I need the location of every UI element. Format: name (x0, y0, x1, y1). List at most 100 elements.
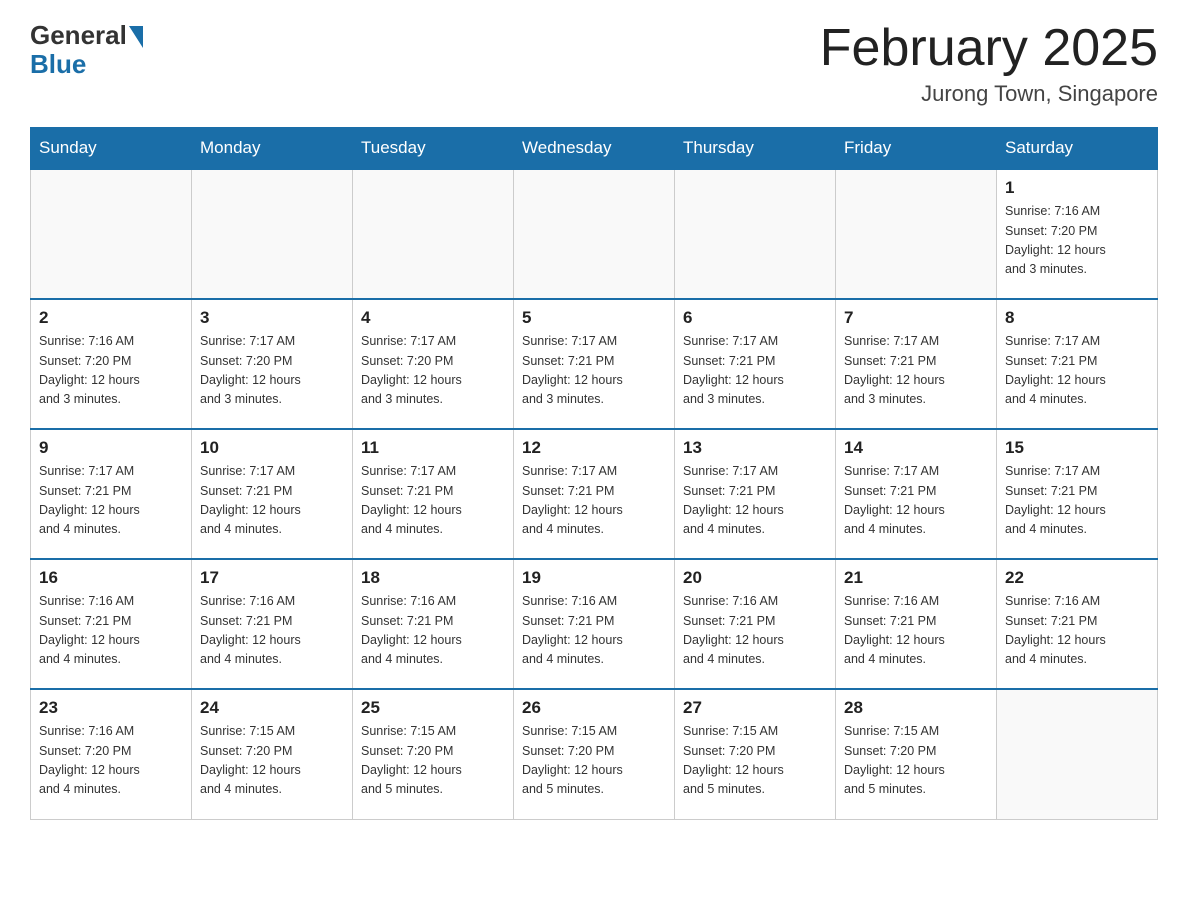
calendar-cell (675, 169, 836, 299)
column-header-thursday: Thursday (675, 128, 836, 170)
calendar-cell: 7 Sunrise: 7:17 AMSunset: 7:21 PMDaylight… (836, 299, 997, 429)
calendar-cell: 26 Sunrise: 7:15 AMSunset: 7:20 PMDayligh… (514, 689, 675, 819)
column-header-wednesday: Wednesday (514, 128, 675, 170)
calendar-cell: 27 Sunrise: 7:15 AMSunset: 7:20 PMDayligh… (675, 689, 836, 819)
calendar-table: SundayMondayTuesdayWednesdayThursdayFrid… (30, 127, 1158, 820)
day-number: 11 (361, 438, 505, 458)
calendar-cell: 8 Sunrise: 7:17 AMSunset: 7:21 PMDaylight… (997, 299, 1158, 429)
day-number: 5 (522, 308, 666, 328)
calendar-cell: 24 Sunrise: 7:15 AMSunset: 7:20 PMDayligh… (192, 689, 353, 819)
title-section: February 2025 Jurong Town, Singapore (820, 20, 1158, 107)
day-number: 27 (683, 698, 827, 718)
logo-blue-text: Blue (30, 49, 86, 80)
calendar-cell: 12Sunrise: 7:17 AMSunset: 7:21 PMDayligh… (514, 429, 675, 559)
column-header-sunday: Sunday (31, 128, 192, 170)
day-info: Sunrise: 7:17 AMSunset: 7:21 PMDaylight:… (522, 332, 666, 410)
day-number: 21 (844, 568, 988, 588)
day-number: 6 (683, 308, 827, 328)
day-number: 20 (683, 568, 827, 588)
calendar-cell: 18Sunrise: 7:16 AMSunset: 7:21 PMDayligh… (353, 559, 514, 689)
week-row-2: 2 Sunrise: 7:16 AMSunset: 7:20 PMDaylight… (31, 299, 1158, 429)
day-number: 4 (361, 308, 505, 328)
page-header: General Blue February 2025 Jurong Town, … (30, 20, 1158, 107)
day-info: Sunrise: 7:17 AMSunset: 7:21 PMDaylight:… (1005, 462, 1149, 540)
day-number: 10 (200, 438, 344, 458)
day-info: Sunrise: 7:16 AMSunset: 7:20 PMDaylight:… (39, 332, 183, 410)
day-info: Sunrise: 7:16 AMSunset: 7:21 PMDaylight:… (1005, 592, 1149, 670)
week-row-5: 23Sunrise: 7:16 AMSunset: 7:20 PMDayligh… (31, 689, 1158, 819)
calendar-cell: 15 Sunrise: 7:17 AMSunset: 7:21 PMDayligh… (997, 429, 1158, 559)
day-info: Sunrise: 7:16 AMSunset: 7:20 PMDaylight:… (1005, 202, 1149, 280)
calendar-cell (836, 169, 997, 299)
day-info: Sunrise: 7:16 AMSunset: 7:20 PMDaylight:… (39, 722, 183, 800)
calendar-cell: 6 Sunrise: 7:17 AMSunset: 7:21 PMDaylight… (675, 299, 836, 429)
week-row-1: 1 Sunrise: 7:16 AMSunset: 7:20 PMDaylight… (31, 169, 1158, 299)
day-info: Sunrise: 7:16 AMSunset: 7:21 PMDaylight:… (522, 592, 666, 670)
calendar-cell: 25 Sunrise: 7:15 AMSunset: 7:20 PMDayligh… (353, 689, 514, 819)
day-info: Sunrise: 7:17 AMSunset: 7:20 PMDaylight:… (200, 332, 344, 410)
day-info: Sunrise: 7:15 AMSunset: 7:20 PMDaylight:… (361, 722, 505, 800)
logo: General Blue (30, 20, 143, 80)
day-info: Sunrise: 7:15 AMSunset: 7:20 PMDaylight:… (844, 722, 988, 800)
day-info: Sunrise: 7:17 AMSunset: 7:21 PMDaylight:… (844, 462, 988, 540)
day-info: Sunrise: 7:17 AMSunset: 7:21 PMDaylight:… (522, 462, 666, 540)
week-row-4: 16 Sunrise: 7:16 AMSunset: 7:21 PMDayligh… (31, 559, 1158, 689)
day-number: 22 (1005, 568, 1149, 588)
location-text: Jurong Town, Singapore (820, 81, 1158, 107)
calendar-cell: 11 Sunrise: 7:17 AMSunset: 7:21 PMDayligh… (353, 429, 514, 559)
day-info: Sunrise: 7:16 AMSunset: 7:21 PMDaylight:… (361, 592, 505, 670)
day-number: 16 (39, 568, 183, 588)
day-number: 7 (844, 308, 988, 328)
calendar-cell: 1 Sunrise: 7:16 AMSunset: 7:20 PMDaylight… (997, 169, 1158, 299)
calendar-header-row: SundayMondayTuesdayWednesdayThursdayFrid… (31, 128, 1158, 170)
calendar-cell: 14 Sunrise: 7:17 AMSunset: 7:21 PMDayligh… (836, 429, 997, 559)
day-number: 15 (1005, 438, 1149, 458)
calendar-cell (353, 169, 514, 299)
day-info: Sunrise: 7:16 AMSunset: 7:21 PMDaylight:… (200, 592, 344, 670)
calendar-cell: 10Sunrise: 7:17 AMSunset: 7:21 PMDayligh… (192, 429, 353, 559)
day-info: Sunrise: 7:15 AMSunset: 7:20 PMDaylight:… (200, 722, 344, 800)
calendar-cell: 4 Sunrise: 7:17 AMSunset: 7:20 PMDaylight… (353, 299, 514, 429)
day-number: 25 (361, 698, 505, 718)
calendar-cell: 9Sunrise: 7:17 AMSunset: 7:21 PMDaylight… (31, 429, 192, 559)
day-number: 17 (200, 568, 344, 588)
column-header-monday: Monday (192, 128, 353, 170)
day-number: 2 (39, 308, 183, 328)
day-info: Sunrise: 7:15 AMSunset: 7:20 PMDaylight:… (683, 722, 827, 800)
calendar-cell (514, 169, 675, 299)
day-number: 9 (39, 438, 183, 458)
calendar-cell: 3 Sunrise: 7:17 AMSunset: 7:20 PMDaylight… (192, 299, 353, 429)
day-info: Sunrise: 7:16 AMSunset: 7:21 PMDaylight:… (844, 592, 988, 670)
calendar-cell: 2 Sunrise: 7:16 AMSunset: 7:20 PMDaylight… (31, 299, 192, 429)
month-title: February 2025 (820, 20, 1158, 77)
day-info: Sunrise: 7:17 AMSunset: 7:21 PMDaylight:… (361, 462, 505, 540)
calendar-cell (997, 689, 1158, 819)
calendar-cell: 5 Sunrise: 7:17 AMSunset: 7:21 PMDaylight… (514, 299, 675, 429)
day-number: 28 (844, 698, 988, 718)
logo-general-text: General (30, 20, 127, 51)
day-info: Sunrise: 7:17 AMSunset: 7:20 PMDaylight:… (361, 332, 505, 410)
calendar-cell: 19 Sunrise: 7:16 AMSunset: 7:21 PMDayligh… (514, 559, 675, 689)
logo-triangle-icon (129, 26, 143, 48)
day-number: 1 (1005, 178, 1149, 198)
day-number: 24 (200, 698, 344, 718)
day-info: Sunrise: 7:16 AMSunset: 7:21 PMDaylight:… (39, 592, 183, 670)
calendar-cell (31, 169, 192, 299)
day-info: Sunrise: 7:16 AMSunset: 7:21 PMDaylight:… (683, 592, 827, 670)
calendar-cell (192, 169, 353, 299)
day-number: 26 (522, 698, 666, 718)
day-number: 14 (844, 438, 988, 458)
calendar-cell: 21 Sunrise: 7:16 AMSunset: 7:21 PMDayligh… (836, 559, 997, 689)
week-row-3: 9 Sunrise: 7:17 AMSunset: 7:21 PMDaylight… (31, 429, 1158, 559)
day-number: 19 (522, 568, 666, 588)
day-info: Sunrise: 7:15 AMSunset: 7:20 PMDaylight:… (522, 722, 666, 800)
day-number: 8 (1005, 308, 1149, 328)
day-number: 3 (200, 308, 344, 328)
day-number: 13 (683, 438, 827, 458)
day-info: Sunrise: 7:17 AMSunset: 7:21 PMDaylight:… (683, 332, 827, 410)
day-info: Sunrise: 7:17 AMSunset: 7:21 PMDaylight:… (1005, 332, 1149, 410)
day-info: Sunrise: 7:17 AMSunset: 7:21 PMDaylight:… (844, 332, 988, 410)
column-header-tuesday: Tuesday (353, 128, 514, 170)
calendar-cell: 22 Sunrise: 7:16 AMSunset: 7:21 PMDayligh… (997, 559, 1158, 689)
calendar-cell: 13Sunrise: 7:17 AMSunset: 7:21 PMDayligh… (675, 429, 836, 559)
